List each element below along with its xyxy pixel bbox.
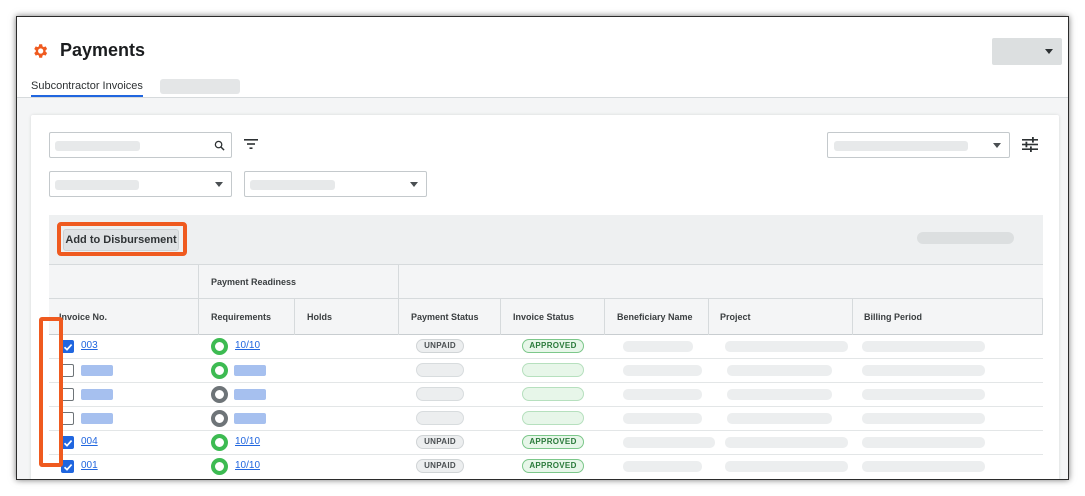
billing-period-placeholder — [862, 461, 985, 472]
highlight-box — [39, 317, 63, 467]
row-divider — [49, 454, 1043, 455]
checkmark-icon — [63, 440, 73, 447]
beneficiary-placeholder — [623, 437, 715, 448]
requirements-link[interactable]: 10/10 — [235, 436, 260, 447]
payment-status-badge: UNPAID — [416, 435, 464, 449]
filter-select-2[interactable] — [244, 171, 427, 197]
billing-period-placeholder — [862, 365, 985, 376]
invoice-status-badge: APPROVED — [522, 435, 584, 449]
search-icon — [214, 140, 225, 151]
invoice-status-placeholder — [522, 387, 584, 401]
column-divider — [198, 264, 199, 335]
column-header-invoice-no[interactable]: Invoice No. — [59, 312, 107, 322]
requirements-status-icon — [211, 338, 228, 355]
requirements-status-icon — [211, 458, 228, 475]
beneficiary-placeholder — [623, 341, 693, 352]
tab-placeholder[interactable] — [160, 79, 240, 94]
chevron-down-icon — [215, 182, 223, 187]
checkmark-icon — [63, 464, 73, 471]
invoice-status-placeholder — [522, 411, 584, 425]
view-select[interactable] — [827, 132, 1010, 158]
beneficiary-placeholder — [623, 461, 702, 472]
bulk-actions-toolbar: Add to Disbursement — [49, 215, 1043, 264]
invoice-link[interactable]: 001 — [81, 460, 98, 471]
requirements-status-icon — [211, 434, 228, 451]
column-divider — [604, 299, 605, 335]
search-placeholder — [55, 141, 140, 151]
column-divider — [708, 299, 709, 335]
beneficiary-placeholder — [623, 413, 702, 424]
invoice-status-badge: APPROVED — [522, 459, 584, 473]
column-divider — [852, 299, 853, 335]
requirements-link-placeholder[interactable] — [234, 413, 266, 424]
group-header-payment-readiness: Payment Readiness — [211, 277, 297, 287]
project-placeholder — [727, 413, 832, 424]
column-header-beneficiary-name[interactable]: Beneficiary Name — [617, 312, 693, 322]
search-input[interactable] — [49, 132, 232, 158]
requirements-link[interactable]: 10/10 — [235, 340, 260, 351]
column-divider — [398, 264, 399, 335]
page-title: Payments — [60, 40, 146, 60]
column-header-project[interactable]: Project — [720, 312, 751, 322]
invoice-status-badge: APPROVED — [522, 339, 584, 353]
select-placeholder — [55, 180, 139, 190]
invoice-status-placeholder — [522, 363, 584, 377]
select-placeholder — [834, 141, 968, 151]
select-placeholder — [250, 180, 335, 190]
checkmark-icon — [63, 344, 73, 351]
project-placeholder — [727, 389, 832, 400]
row-divider — [49, 430, 1043, 431]
beneficiary-placeholder — [623, 365, 702, 376]
column-header-invoice-status[interactable]: Invoice Status — [513, 312, 574, 322]
payment-status-placeholder — [416, 411, 464, 425]
invoice-link-placeholder[interactable] — [81, 389, 113, 400]
column-header-payment-status[interactable]: Payment Status — [411, 312, 479, 322]
column-divider — [500, 299, 501, 335]
tab-subcontractor-invoices[interactable]: Subcontractor Invoices — [31, 80, 143, 97]
invoice-link-placeholder[interactable] — [81, 413, 113, 424]
billing-period-placeholder — [862, 389, 985, 400]
toolbar-placeholder — [917, 232, 1014, 244]
project-placeholder — [725, 461, 848, 472]
requirements-link-placeholder[interactable] — [234, 365, 266, 376]
filter-select-1[interactable] — [49, 171, 232, 197]
project-placeholder — [725, 341, 848, 352]
row-divider — [49, 358, 1043, 359]
billing-period-placeholder — [862, 341, 985, 352]
payment-status-placeholder — [416, 363, 464, 377]
requirements-status-icon — [211, 362, 228, 379]
requirements-status-icon — [211, 410, 228, 427]
column-header-requirements[interactable]: Requirements — [211, 312, 271, 322]
chevron-down-icon — [1045, 49, 1053, 54]
row-divider — [49, 406, 1043, 407]
invoice-link[interactable]: 004 — [81, 436, 98, 447]
project-placeholder — [725, 437, 848, 448]
chevron-down-icon — [993, 143, 1001, 148]
column-header-billing-period[interactable]: Billing Period — [864, 312, 922, 322]
requirements-link[interactable]: 10/10 — [235, 460, 260, 471]
configure-columns-icon[interactable] — [1022, 137, 1038, 152]
payment-status-placeholder — [416, 387, 464, 401]
row-divider — [49, 382, 1043, 383]
column-header-holds[interactable]: Holds — [307, 312, 332, 322]
column-divider — [1042, 299, 1043, 335]
gear-icon — [34, 44, 48, 58]
highlight-box — [57, 222, 187, 256]
invoice-link-placeholder[interactable] — [81, 365, 113, 376]
header-dropdown[interactable] — [992, 38, 1062, 65]
invoice-link[interactable]: 003 — [81, 340, 98, 351]
payment-status-badge: UNPAID — [416, 339, 464, 353]
invoices-panel: Add to Disbursement Payment Readiness In… — [31, 115, 1059, 479]
requirements-status-icon — [211, 386, 228, 403]
beneficiary-placeholder — [623, 389, 702, 400]
project-placeholder — [727, 365, 832, 376]
billing-period-placeholder — [862, 437, 985, 448]
column-divider — [294, 299, 295, 335]
billing-period-placeholder — [862, 413, 985, 424]
payment-status-badge: UNPAID — [416, 459, 464, 473]
requirements-link-placeholder[interactable] — [234, 389, 266, 400]
filter-icon[interactable] — [244, 138, 258, 150]
chevron-down-icon — [410, 182, 418, 187]
app-window: Payments Subcontractor Invoices Add to D… — [16, 16, 1069, 480]
